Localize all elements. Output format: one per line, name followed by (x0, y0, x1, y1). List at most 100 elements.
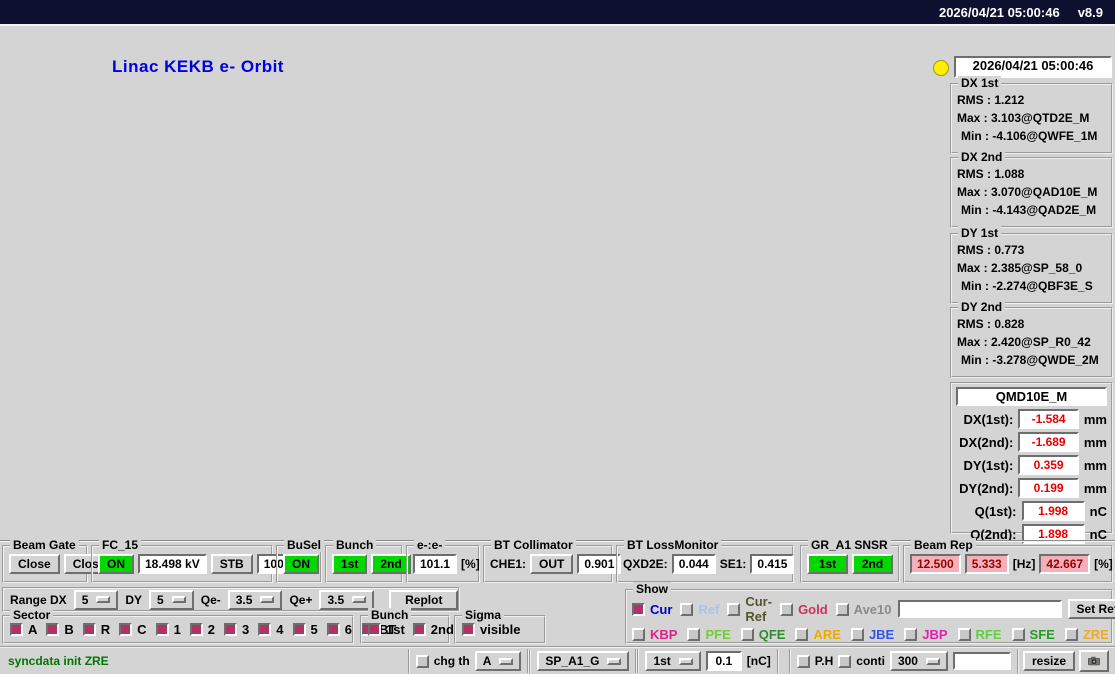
conti-checkbox[interactable] (838, 655, 851, 668)
busel-on-button[interactable]: ON (283, 554, 319, 574)
show-sfe-checkbox[interactable] (1012, 628, 1025, 641)
stat-box-title: DY 1st (958, 226, 1001, 240)
beam-gate-group: Beam Gate Close Close (2, 545, 88, 583)
bunch-select[interactable]: 1st (645, 651, 700, 671)
beam-gate-label: Beam Gate (10, 538, 79, 552)
show-item-sfe: SFE (1012, 627, 1055, 642)
ph-checkbox[interactable] (797, 655, 810, 668)
show-rfe-checkbox[interactable] (958, 628, 971, 641)
show-item-ref: Ref (680, 594, 719, 624)
monitor-row: DX(1st):-1.584mm (956, 409, 1107, 429)
show-cur-checkbox[interactable] (632, 603, 645, 616)
show-qfe-checkbox[interactable] (741, 628, 754, 641)
beam-rep-pct-value: 42.667 (1039, 554, 1090, 574)
range-qe-plus-select[interactable]: 3.5 (319, 590, 374, 610)
bunch-1st-button[interactable]: 1st (332, 554, 367, 574)
gr-1st-button[interactable]: 1st (807, 554, 848, 574)
show-cur-ref-checkbox[interactable] (727, 603, 740, 616)
monitor-row-value: 0.359 (1018, 455, 1079, 475)
show-kbp-checkbox[interactable] (632, 628, 645, 641)
gr-2nd-button[interactable]: 2nd (852, 554, 893, 574)
interval-select[interactable]: 300 (890, 651, 948, 671)
sector-b: B (46, 622, 73, 637)
show-item-cur: Cur (632, 594, 672, 624)
sector-2-checkbox[interactable] (190, 623, 203, 636)
beam-rep-hz1-value: 12.500 (910, 554, 961, 574)
sector-c-checkbox[interactable] (119, 623, 132, 636)
ph-label: P.H (815, 654, 833, 668)
show-zre-checkbox[interactable] (1065, 628, 1078, 641)
fc15-stb-button[interactable]: STB (211, 554, 253, 574)
sector-1: 1 (156, 622, 181, 637)
titlebar-version: v8.9 (1078, 5, 1103, 20)
bunch-check-1st-checkbox[interactable] (368, 623, 381, 636)
option-menu-icon (499, 658, 513, 665)
sector-b-checkbox[interactable] (46, 623, 59, 636)
option-menu-icon (926, 658, 940, 665)
show-pfe-checkbox[interactable] (687, 628, 700, 641)
sector-4: 4 (258, 622, 283, 637)
bunch-2nd-button[interactable]: 2nd (371, 554, 410, 574)
monitor-row-value: 0.199 (1018, 478, 1079, 498)
sector-5-checkbox[interactable] (293, 623, 306, 636)
sector-6-checkbox[interactable] (327, 623, 340, 636)
chg-th-label: chg th (434, 654, 470, 668)
sector-4-label: 4 (276, 622, 283, 637)
fc15-label: FC_15 (99, 538, 141, 552)
option-menu-icon (260, 596, 274, 603)
beam-rep-label: Beam Rep (911, 538, 976, 552)
monitor-row: DX(2nd):-1.689mm (956, 432, 1107, 452)
show-ave10-checkbox[interactable] (836, 603, 849, 616)
range-qe-plus-label: Qe+ (289, 593, 312, 607)
replot-button[interactable]: Replot (389, 590, 458, 610)
qxd2e-value: 0.044 (672, 554, 716, 574)
status-message: syncdata init ZRE (0, 654, 109, 668)
show-jbp-checkbox[interactable] (904, 628, 917, 641)
fc15-on-button[interactable]: ON (98, 554, 134, 574)
bunch-check-2nd-checkbox[interactable] (413, 623, 426, 636)
show-are-checkbox[interactable] (795, 628, 808, 641)
chg-th-checkbox[interactable] (416, 655, 429, 668)
sigma-visible-checkbox[interactable] (462, 623, 475, 636)
show-item-kbp: KBP (632, 627, 677, 642)
sector-a-checkbox[interactable] (10, 623, 23, 636)
range-dx-select[interactable]: 5 (74, 590, 119, 610)
set-ref-button[interactable]: Set Ref (1068, 599, 1115, 619)
sector-4-checkbox[interactable] (258, 623, 271, 636)
stat-box-title: DX 1st (958, 76, 1001, 90)
show-ref-checkbox[interactable] (680, 603, 693, 616)
option-menu-icon (172, 596, 186, 603)
show-item-zre: ZRE (1065, 627, 1109, 642)
device-select[interactable]: SP_A1_G (537, 651, 629, 671)
chg-th-select[interactable]: A (475, 651, 522, 671)
sector-c: C (119, 622, 146, 637)
ref-name-input[interactable] (898, 600, 1062, 618)
threshold-input[interactable]: 0.1 (706, 651, 742, 671)
beam-rep-hz2-value: 5.333 (965, 554, 1009, 574)
show-jbe-checkbox[interactable] (851, 628, 864, 641)
stat-box-title: DY 2nd (958, 300, 1005, 314)
fc15-group: FC_15 ON 18.498 kV STB 100 % (91, 545, 273, 583)
stat-max: Max : 3.103@QTD2E_M (952, 109, 1111, 127)
sector-group: Sector ABRC123456BT (2, 615, 354, 644)
range-dy-select[interactable]: 5 (149, 590, 194, 610)
beam-rep-pct-unit: [%] (1094, 557, 1113, 571)
monitor-row-value: -1.689 (1018, 432, 1079, 452)
bunch-check-label: Bunch (368, 608, 411, 622)
range-dx-label: Range DX (10, 593, 67, 607)
show-gold-checkbox[interactable] (780, 603, 793, 616)
beam-gate-close-1-button[interactable]: Close (9, 554, 60, 574)
sector-1-checkbox[interactable] (156, 623, 169, 636)
resize-button[interactable]: resize (1023, 651, 1075, 671)
show-item-pfe: PFE (687, 627, 730, 642)
stat-min: Min : -4.143@QAD2E_M (952, 201, 1111, 219)
option-menu-icon (607, 658, 621, 665)
sector-r-checkbox[interactable] (83, 623, 96, 636)
screenshot-camera-button[interactable] (1079, 650, 1109, 672)
range-qe-minus-select[interactable]: 3.5 (228, 590, 283, 610)
busel-group: BuSel ON (276, 545, 322, 583)
sector-3-checkbox[interactable] (224, 623, 237, 636)
stat-box-dx-1st: DX 1stRMS : 1.212Max : 3.103@QTD2E_MMin … (950, 83, 1113, 154)
blank-input[interactable] (953, 652, 1011, 670)
che1-out-button[interactable]: OUT (530, 554, 573, 574)
